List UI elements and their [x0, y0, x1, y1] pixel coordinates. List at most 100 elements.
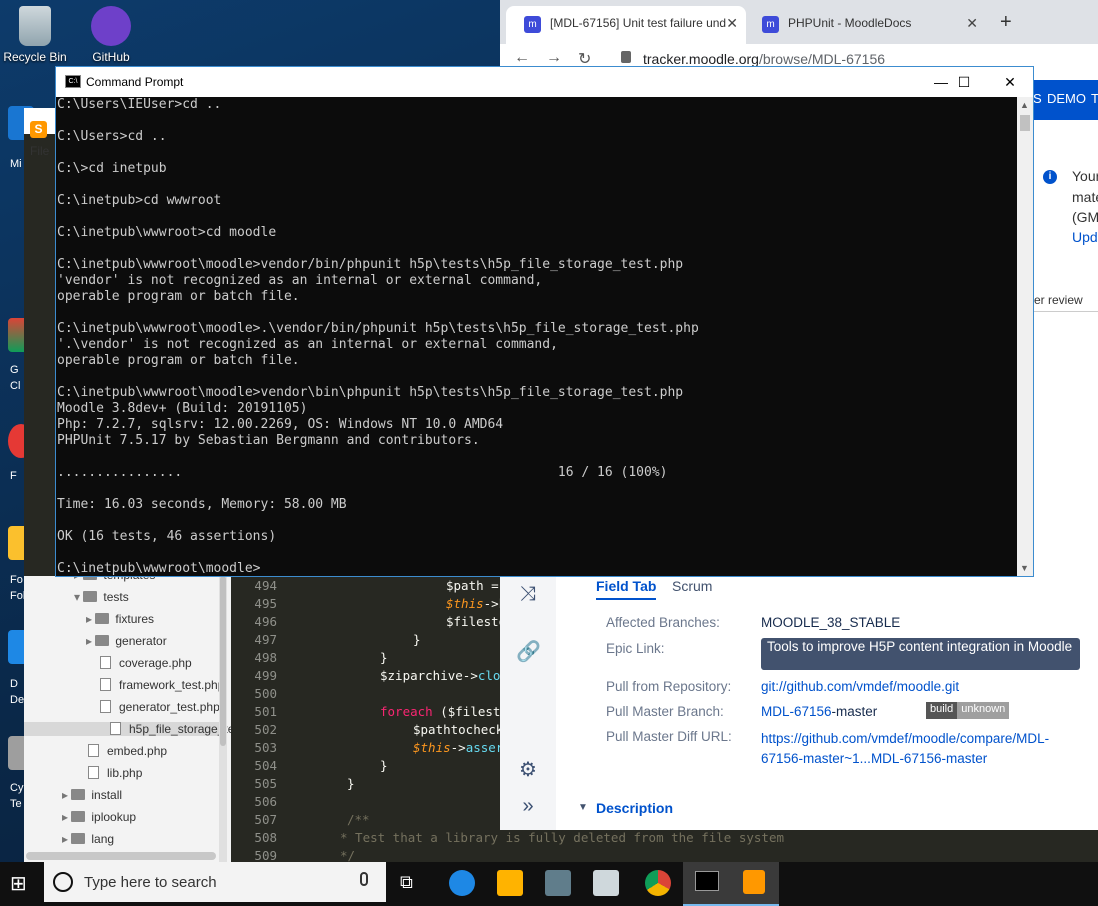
file-tree-item[interactable]: ▸ generator	[86, 634, 167, 648]
sidebar-file-tree: ▸ templates▾ tests▸ fixtures▸ generatorc…	[24, 568, 240, 862]
code-line: }	[347, 776, 355, 791]
github-shortcut[interactable]: GitHub	[76, 0, 146, 64]
chevron-right-icon[interactable]: ▸	[62, 810, 71, 824]
maximize-icon[interactable]: ☐	[941, 71, 987, 93]
sidebar-scrollbar[interactable]	[219, 576, 227, 862]
file-tree-item[interactable]: ▸ iplookup	[62, 810, 136, 824]
line-number: 502	[254, 722, 277, 737]
cortana-icon	[53, 872, 73, 892]
close-icon[interactable]: ✕	[987, 71, 1033, 93]
cmd-window-title: Command Prompt	[86, 75, 184, 89]
expand-icon[interactable]: »	[516, 794, 540, 818]
field-value-pull-master-diff[interactable]: https://github.com/vmdef/moodle/compare/…	[761, 729, 1081, 769]
file-tree-label: fixtures	[115, 612, 155, 626]
info-update-link[interactable]: Upd	[1072, 229, 1098, 245]
cygwin-shortcut-label-1: Cy	[10, 782, 24, 794]
task-view-icon[interactable]: ⧉	[400, 872, 413, 893]
nav-item-s[interactable]: S	[1033, 91, 1042, 106]
file-tree-item[interactable]: generator_test.php	[100, 700, 220, 714]
close-tab-icon[interactable]: ✕	[726, 15, 738, 32]
cmd-line: C:\Users\IEUser>cd ..	[57, 97, 222, 112]
file-tree-item[interactable]: ▾ tests	[74, 590, 129, 604]
field-label-affected-branches: Affected Branches:	[606, 615, 720, 630]
cmd-line: C:\Users>cd ..	[57, 129, 167, 144]
chevron-right-icon[interactable]: ▸	[62, 832, 71, 846]
scroll-thumb[interactable]	[1020, 115, 1030, 131]
file-tree-item[interactable]: coverage.php	[100, 656, 192, 670]
chrome-icon[interactable]	[645, 870, 671, 896]
taskbar-search-box[interactable]: Type here to search	[44, 862, 386, 902]
file-tree-item[interactable]: ▸ install	[62, 788, 122, 802]
file-tree-label: iplookup	[91, 810, 137, 824]
folder-icon	[71, 789, 86, 800]
browser-tab-jira[interactable]: m [MDL-67156] Unit test failure und ✕	[506, 6, 746, 44]
forward-arrow-icon[interactable]: →	[546, 49, 562, 67]
cmd-line	[57, 241, 1017, 257]
sublime-menu-file[interactable]: File	[24, 144, 49, 158]
windows-start-icon[interactable]: ⊞	[10, 871, 27, 896]
code-line: }	[413, 632, 421, 647]
back-arrow-icon[interactable]: ←	[514, 49, 530, 67]
code-line: $this->h5	[446, 596, 500, 611]
cmd-line	[57, 481, 1017, 497]
gear-icon[interactable]: ⚙	[516, 758, 540, 782]
file-tree-label: generator	[115, 634, 167, 648]
cmd-scrollbar[interactable]: ▲ ▼	[1017, 97, 1033, 576]
cmd-line: OK (16 tests, 46 assertions)	[57, 529, 277, 544]
store-icon[interactable]	[545, 870, 571, 896]
scroll-down-icon[interactable]: ▼	[1020, 563, 1029, 573]
recycle-bin-shortcut[interactable]: Recycle Bin	[0, 0, 70, 64]
scroll-up-icon[interactable]: ▲	[1020, 100, 1029, 110]
nav-item-demo[interactable]: DEMO	[1047, 91, 1086, 106]
mail-icon[interactable]	[593, 870, 619, 896]
cmd-line	[57, 369, 1017, 385]
chevron-down-icon[interactable]: ▾	[74, 590, 83, 604]
cmd-taskbar-icon	[695, 871, 719, 891]
moodle-tracker-favicon-icon: m	[524, 16, 541, 33]
description-heading[interactable]: Description	[596, 800, 673, 816]
taskbar-sublime-active[interactable]	[731, 862, 779, 906]
code-editor[interactable]: $path = i $this->h5 $filestoc } } $zipar…	[291, 576, 500, 862]
shuffle-icon[interactable]: ⤨	[516, 582, 540, 606]
cmd-title-bar: C:\ Command Prompt — ☐ ✕	[56, 67, 1033, 97]
browser-tab-phpunit[interactable]: m PHPUnit - MoodleDocs ✕	[744, 6, 986, 44]
url-input[interactable]: tracker.moodle.org/browse/MDL-67156	[643, 51, 885, 67]
file-tree-label: framework_test.php	[119, 678, 225, 692]
line-number-gutter: 494 495 496 497 498 499 500 501 502 503 504 505 506 5…	[231, 576, 291, 863]
cmd-line	[57, 113, 1017, 129]
file-explorer-icon[interactable]	[497, 870, 523, 896]
file-tree-item[interactable]: lib.php	[88, 766, 142, 780]
chevron-right-icon[interactable]: ▸	[86, 612, 95, 626]
file-tree-item[interactable]: embed.php	[88, 744, 167, 758]
chevron-right-icon[interactable]: ▸	[62, 788, 71, 802]
close-tab-icon[interactable]: ✕	[966, 15, 978, 32]
line-number: 509	[254, 848, 277, 863]
file-tree-item[interactable]: ▸ lang	[62, 832, 114, 846]
edge-icon[interactable]	[449, 870, 475, 896]
file-tree-item[interactable]: h5p_file_storage_tes	[24, 722, 240, 736]
code-line: $ziparchive->clos	[380, 668, 500, 683]
field-value-pull-repository[interactable]: git://github.com/vmdef/moodle.git	[761, 679, 959, 694]
code-line: $pathtocheck	[413, 722, 500, 737]
line-number: 499	[254, 668, 277, 683]
cmd-output[interactable]: C:\Users\IEUser>cd .. C:\Users>cd .. C:\>c…	[57, 97, 1017, 577]
branch-link[interactable]: MDL-67156	[761, 704, 832, 719]
sidebar-horizontal-scrollbar[interactable]	[26, 852, 216, 860]
chevron-right-icon[interactable]: ▸	[86, 634, 95, 648]
new-tab-button[interactable]: +	[1000, 11, 1012, 34]
taskbar-cmd-active[interactable]	[683, 862, 731, 906]
tab-field-tab[interactable]: Field Tab	[596, 578, 657, 600]
file-icon	[100, 656, 111, 669]
file-tree-item[interactable]: framework_test.php	[100, 678, 224, 692]
cmd-line	[57, 177, 1017, 193]
review-tab[interactable]: er review	[1034, 290, 1098, 312]
chevron-down-icon[interactable]: ▼	[578, 802, 588, 813]
nav-item-t[interactable]: T	[1091, 91, 1098, 106]
link-icon[interactable]: 🔗	[516, 640, 541, 664]
tab-scrum[interactable]: Scrum	[672, 578, 712, 594]
line-number: 496	[254, 614, 277, 629]
sidebar-scroll-thumb[interactable]	[220, 576, 226, 746]
microphone-icon[interactable]	[360, 872, 368, 886]
file-tree-item[interactable]: ▸ fixtures	[86, 612, 154, 626]
epic-link-lozenge[interactable]: Tools to improve H5P content integration…	[761, 638, 1080, 670]
